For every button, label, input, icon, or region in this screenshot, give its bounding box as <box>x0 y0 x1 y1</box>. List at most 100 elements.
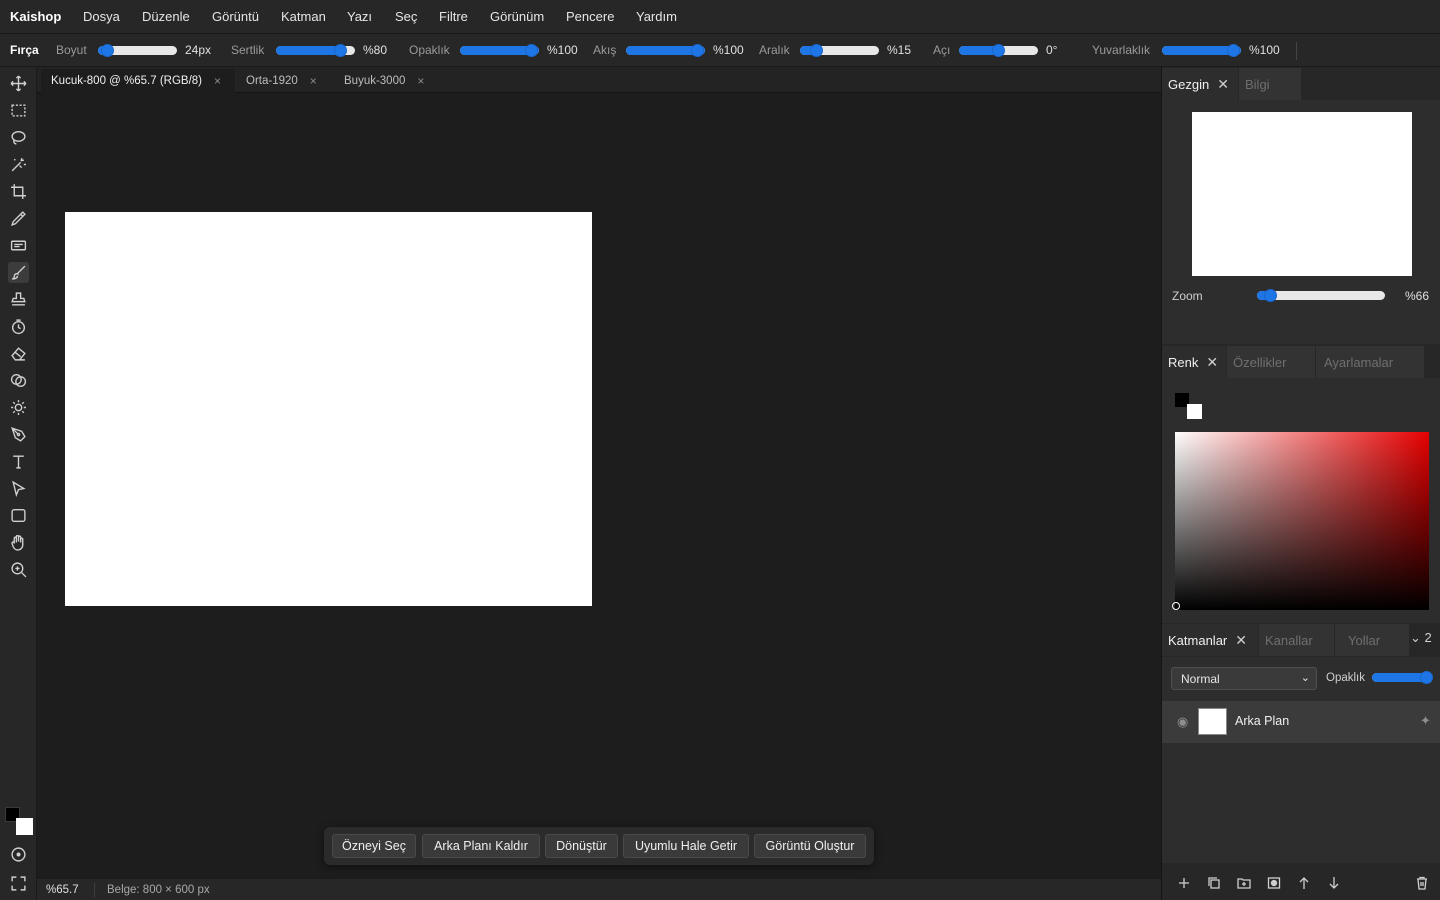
app-name[interactable]: Kaishop <box>10 9 61 24</box>
roundness-slider[interactable] <box>1162 44 1241 57</box>
roundness-value: %100 <box>1249 43 1280 57</box>
menu-layer[interactable]: Katman <box>281 9 326 24</box>
menu-view[interactable]: Görünüm <box>490 9 544 24</box>
menu-select[interactable]: Seç <box>395 9 417 24</box>
layer-name[interactable]: Arka Plan <box>1235 714 1289 728</box>
transform-button[interactable]: Dönüştür <box>545 834 618 858</box>
opacity-slider[interactable] <box>460 44 539 57</box>
hardness-slider[interactable] <box>276 44 355 57</box>
color-picker-cursor[interactable] <box>1172 602 1180 610</box>
close-icon[interactable]: × <box>214 74 221 88</box>
close-icon[interactable]: ✕ <box>1217 76 1229 93</box>
group-folder-icon[interactable] <box>1233 872 1255 894</box>
path-select-icon[interactable] <box>8 478 29 499</box>
tab-info[interactable]: Bilgi <box>1239 68 1301 100</box>
tab-layers[interactable]: Katmanlar ✕ <box>1162 624 1258 656</box>
add-layer-icon[interactable] <box>1173 872 1195 894</box>
marquee-icon[interactable] <box>8 100 29 121</box>
close-icon[interactable]: ✕ <box>1235 632 1247 649</box>
menu-edit[interactable]: Düzenle <box>142 9 190 24</box>
select-subject-button[interactable]: Özneyi Seç <box>332 834 416 858</box>
options-divider <box>1296 42 1297 60</box>
menu-file[interactable]: Dosya <box>83 9 120 24</box>
layer-mask-icon[interactable] <box>1263 872 1285 894</box>
flow-value: %100 <box>713 43 744 57</box>
shapes-icon[interactable] <box>8 370 29 391</box>
canvas-area[interactable] <box>37 93 1161 878</box>
spacing-value: %15 <box>887 43 912 57</box>
quick-mask-icon[interactable] <box>8 844 29 865</box>
navigator-zoom-slider[interactable] <box>1257 289 1385 302</box>
type-icon[interactable] <box>8 451 29 472</box>
hand-icon[interactable] <box>8 532 29 553</box>
layer-opacity-label: Opaklık <box>1326 672 1365 684</box>
spacing-slider[interactable] <box>800 44 879 57</box>
opacity-label: Opaklık <box>409 43 450 57</box>
tab-properties[interactable]: Özellikler <box>1227 346 1315 378</box>
screen-mode-icon[interactable] <box>8 873 29 894</box>
size-slider[interactable] <box>98 44 177 57</box>
flow-slider[interactable] <box>626 44 705 57</box>
spacing-label: Aralık <box>759 43 790 57</box>
pin-icon[interactable]: ✦ <box>1420 713 1431 729</box>
delete-layer-icon[interactable] <box>1411 872 1433 894</box>
eyedropper-icon[interactable] <box>8 208 29 229</box>
background-color-swatch[interactable] <box>16 818 33 835</box>
eraser-icon[interactable] <box>8 343 29 364</box>
menu-image[interactable]: Görüntü <box>212 9 259 24</box>
panel-collapse-toggle[interactable]: ⌄ 2 <box>1410 630 1432 646</box>
layer-row[interactable]: ◉ Arka Plan ✦ <box>1162 701 1440 743</box>
close-icon[interactable]: × <box>310 74 317 88</box>
generate-image-button[interactable]: Görüntü Oluştur <box>754 834 866 858</box>
remove-background-button[interactable]: Arka Planı Kaldır <box>422 834 540 858</box>
tab-adjustments[interactable]: Ayarlamalar <box>1316 346 1424 378</box>
size-label: Boyut <box>56 43 87 57</box>
crop-icon[interactable] <box>8 181 29 202</box>
tab-navigator[interactable]: Gezgin ✕ <box>1162 68 1238 100</box>
color-picker-field[interactable] <box>1175 432 1429 610</box>
tab-kucuk-800[interactable]: Kucuk-800 @ %65.7 (RGB/8) × <box>41 69 235 93</box>
angle-slider[interactable] <box>959 44 1038 57</box>
angle-label: Açı <box>933 43 951 57</box>
document-canvas[interactable] <box>65 212 592 606</box>
eye-icon[interactable]: ◉ <box>1177 714 1188 730</box>
zoom-icon[interactable] <box>8 559 29 580</box>
tab-buyuk-3000[interactable]: Buyuk-3000 × <box>334 69 442 93</box>
light-icon[interactable] <box>8 397 29 418</box>
tab-color[interactable]: Renk ✕ <box>1162 346 1226 378</box>
bg-color-chip[interactable] <box>1187 404 1202 419</box>
frame-icon[interactable] <box>8 235 29 256</box>
angle-value: 0° <box>1046 43 1058 57</box>
harmonize-button[interactable]: Uyumlu Hale Getir <box>623 834 749 858</box>
tab-orta-1920[interactable]: Orta-1920 × <box>236 69 333 93</box>
navigator-preview[interactable] <box>1192 112 1412 276</box>
info-tab-label: Bilgi <box>1245 76 1270 92</box>
blend-mode-select[interactable]: Normal ⌄ <box>1171 667 1317 690</box>
lasso-icon[interactable] <box>8 127 29 148</box>
history-brush-icon[interactable] <box>8 316 29 337</box>
contextual-task-bar: Özneyi Seç Arka Planı Kaldır Dönüştür Uy… <box>324 827 874 865</box>
hardness-label: Sertlik <box>231 43 265 57</box>
pen-icon[interactable] <box>8 424 29 445</box>
adjustments-tab-label: Ayarlamalar <box>1324 354 1394 370</box>
move-up-icon[interactable] <box>1293 872 1315 894</box>
duplicate-layer-icon[interactable] <box>1203 872 1225 894</box>
move-tool-icon[interactable] <box>8 73 29 94</box>
close-icon[interactable]: × <box>417 74 424 88</box>
menu-window[interactable]: Pencere <box>566 9 614 24</box>
rectangle-icon[interactable] <box>8 505 29 526</box>
layer-opacity-slider[interactable] <box>1372 671 1433 684</box>
tab-paths[interactable]: Yollar <box>1335 624 1409 656</box>
menu-type[interactable]: Yazı <box>347 9 372 24</box>
menu-filter[interactable]: Filtre <box>439 9 468 24</box>
status-document-size: Belge: 800 × 600 px <box>107 884 210 896</box>
move-down-icon[interactable] <box>1323 872 1345 894</box>
flow-label: Akış <box>593 43 617 57</box>
close-icon[interactable]: ✕ <box>1206 354 1218 371</box>
tab-channels[interactable]: Kanallar <box>1259 624 1334 656</box>
brush-icon[interactable] <box>8 262 29 283</box>
magic-wand-icon[interactable] <box>8 154 29 175</box>
status-zoom[interactable]: %65.7 <box>46 884 79 896</box>
menu-help[interactable]: Yardım <box>636 9 677 24</box>
stamp-icon[interactable] <box>8 289 29 310</box>
